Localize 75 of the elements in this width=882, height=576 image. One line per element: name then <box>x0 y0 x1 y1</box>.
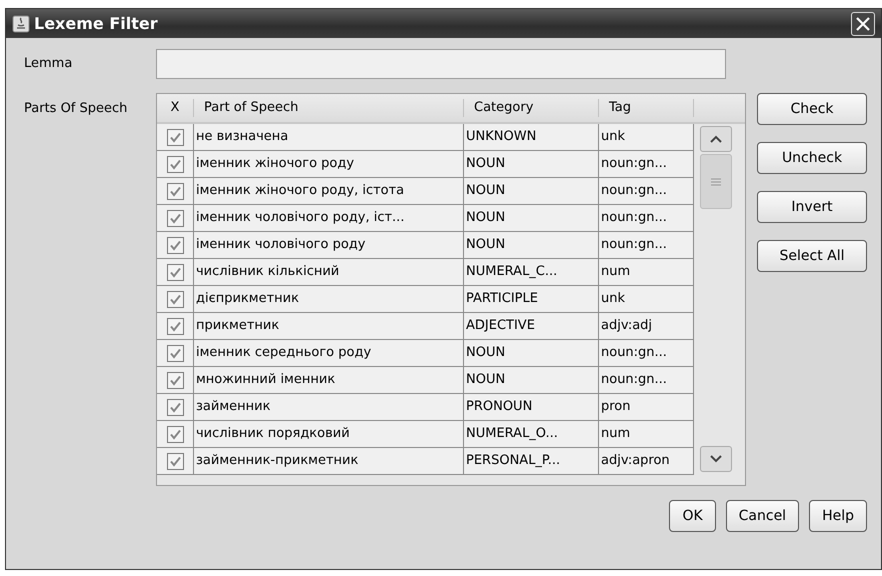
parts-of-speech-label: Parts Of Speech <box>24 101 128 116</box>
checkbox[interactable] <box>166 128 184 146</box>
table-cell: не визначена <box>194 124 464 151</box>
checkbox[interactable] <box>166 156 184 172</box>
column-header[interactable]: Category <box>464 99 599 117</box>
table-cell: ADJECTIVE <box>464 313 599 340</box>
table-cell: множинний іменник <box>194 367 464 394</box>
scrollbar-thumb[interactable] <box>700 154 732 209</box>
column-header[interactable]: Tag <box>599 99 694 117</box>
table-cell: NOUN <box>464 232 599 259</box>
table-cell: PRONOUN <box>464 394 599 421</box>
dialog-button[interactable]: Cancel <box>726 500 800 532</box>
lemma-field[interactable] <box>156 49 726 79</box>
table-cell: noun:gn... <box>599 367 694 394</box>
checkbox[interactable] <box>166 344 184 362</box>
caret-up-icon <box>710 135 722 143</box>
checkbox[interactable] <box>166 264 184 280</box>
dialog-button[interactable]: OK <box>669 500 716 532</box>
table-cell: іменник чоловічого роду, іст... <box>194 205 464 232</box>
app-icon <box>12 14 30 32</box>
table-cell: pron <box>599 394 694 421</box>
table-cell: noun:gn... <box>599 340 694 367</box>
table-cell: noun:gn... <box>599 151 694 178</box>
table-cell: іменник жіночого роду <box>194 151 464 178</box>
table-cell: іменник жіночого роду, істота <box>194 178 464 205</box>
table-cell: unk <box>599 124 694 151</box>
table-cell: NOUN <box>464 340 599 367</box>
dialog-button[interactable]: Uncheck <box>757 142 867 174</box>
table-cell: num <box>599 421 694 448</box>
table-cell: NUMERAL_O... <box>464 421 599 448</box>
dialog-button[interactable]: Select All <box>757 240 867 272</box>
table-cell: noun:gn... <box>599 178 694 205</box>
table-cell: NUMERAL_C... <box>464 259 599 286</box>
scroll-down-button[interactable] <box>700 446 732 472</box>
checkbox[interactable] <box>166 210 184 226</box>
close-button[interactable] <box>851 12 875 36</box>
table-cell: займенник-прикметник <box>194 448 464 475</box>
checkbox[interactable] <box>166 182 184 200</box>
dialog-button[interactable]: Help <box>809 500 867 532</box>
table-cell: UNKNOWN <box>464 124 599 151</box>
checkbox[interactable] <box>166 398 184 416</box>
table-cell: adjv:apron <box>599 448 694 475</box>
table-cell: числівник кількісний <box>194 259 464 286</box>
scroll-up-button[interactable] <box>700 126 732 152</box>
window-title: Lexeme Filter <box>34 12 158 34</box>
checkbox[interactable] <box>166 236 184 254</box>
checkbox[interactable] <box>166 372 184 388</box>
caret-down-icon <box>710 455 722 463</box>
table-cell: adjv:adj <box>599 313 694 340</box>
dialog-button[interactable]: Check <box>757 93 867 125</box>
table-cell: займенник <box>194 394 464 421</box>
table-cell: noun:gn... <box>599 205 694 232</box>
table-cell: іменник чоловічого роду <box>194 232 464 259</box>
table-cell: NOUN <box>464 205 599 232</box>
column-header[interactable]: Part of Speech <box>194 99 464 117</box>
dialog-button[interactable]: Invert <box>757 191 867 223</box>
table-cell: прикметник <box>194 313 464 340</box>
checkbox[interactable] <box>166 290 184 308</box>
close-icon <box>855 16 871 32</box>
lemma-label: Lemma <box>23 55 74 74</box>
table-cell: unk <box>599 286 694 313</box>
table-cell: NOUN <box>464 151 599 178</box>
table-cell: PARTICIPLE <box>464 286 599 313</box>
table-cell: іменник середнього роду <box>194 340 464 367</box>
column-header[interactable]: X <box>157 99 194 117</box>
table-cell: числівник порядковий <box>194 421 464 448</box>
table-cell: дієприкметник <box>194 286 464 313</box>
table-cell: noun:gn... <box>599 232 694 259</box>
table-cell: PERSONAL_P... <box>464 448 599 475</box>
table-cell: NOUN <box>464 178 599 205</box>
checkbox[interactable] <box>166 318 184 334</box>
table-cell: NOUN <box>464 367 599 394</box>
checkbox[interactable] <box>166 452 184 470</box>
checkbox[interactable] <box>166 426 184 442</box>
table-cell: num <box>599 259 694 286</box>
